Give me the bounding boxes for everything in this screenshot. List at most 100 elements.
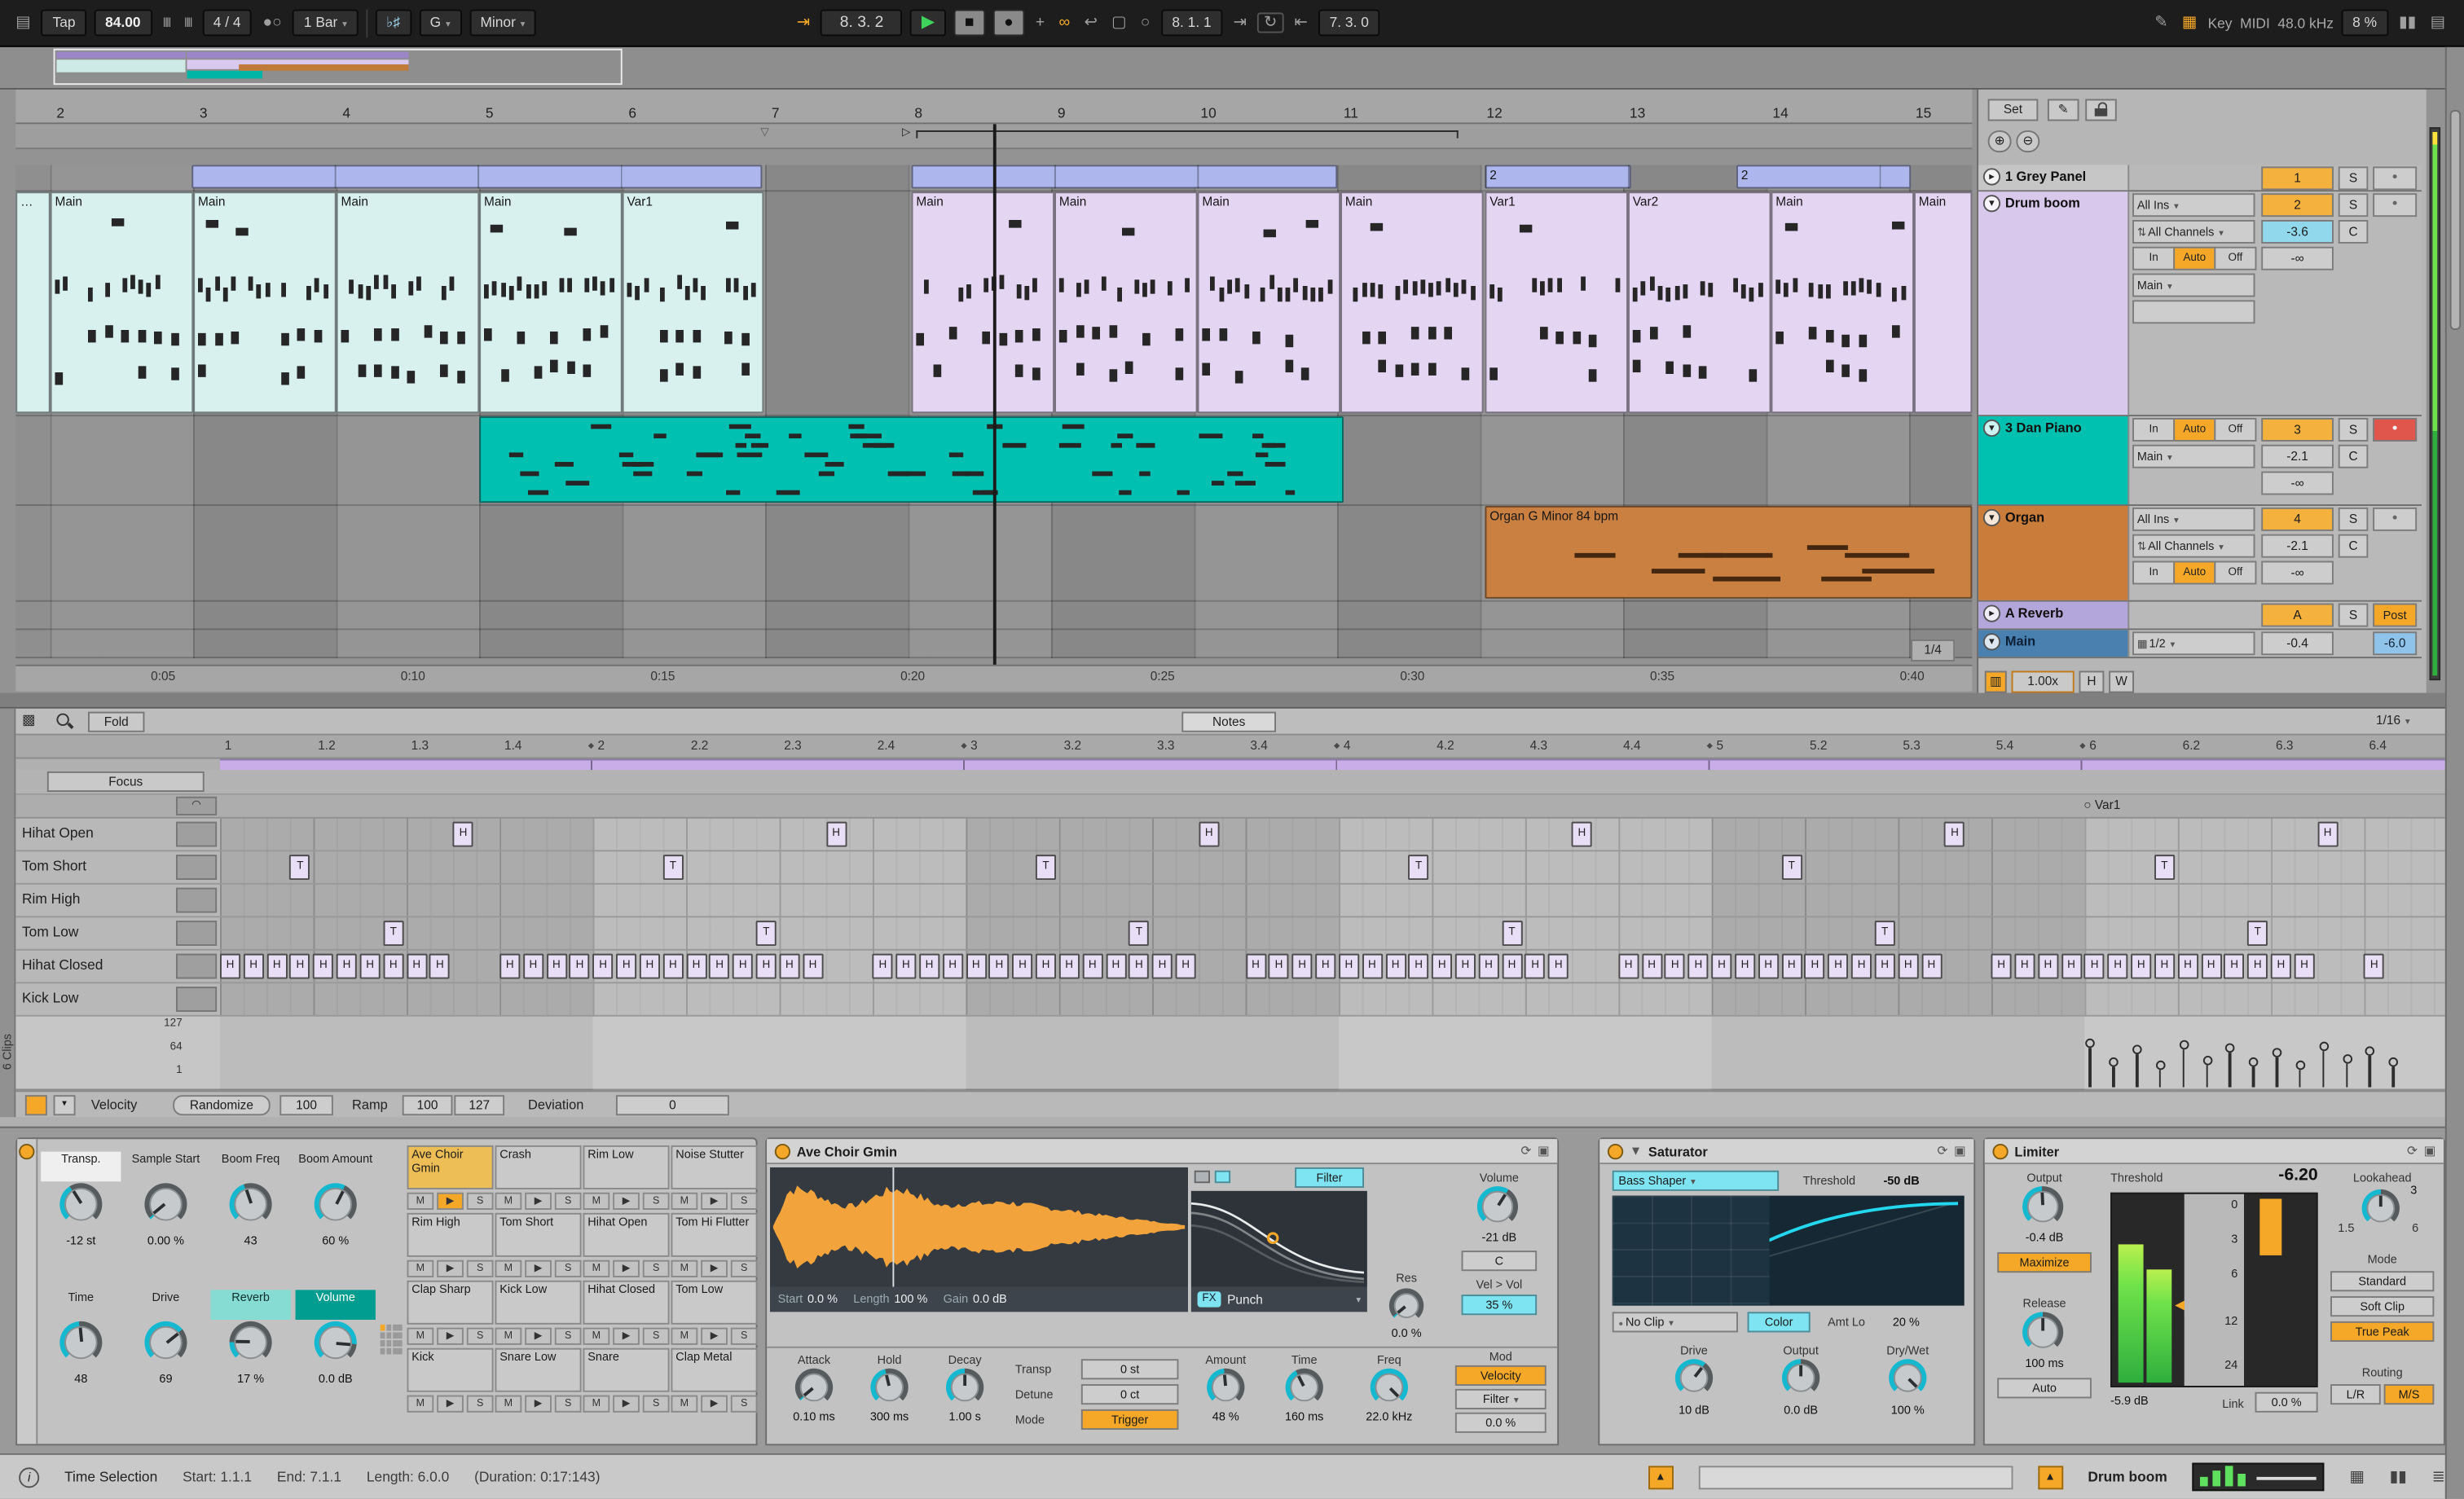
note-cell[interactable]: H (1175, 953, 1196, 979)
output-knob[interactable] (1781, 1359, 1820, 1397)
pad-play-button[interactable]: ▶ (437, 1327, 464, 1345)
pad-mute-button[interactable]: M (671, 1259, 698, 1277)
note-cell[interactable]: H (895, 953, 917, 979)
pad-bank-selector[interactable] (380, 1324, 404, 1387)
drum-pad-name[interactable]: Noise Stutter (671, 1145, 758, 1189)
pan-field[interactable]: C (2338, 444, 2369, 468)
overview-view-rect[interactable] (53, 48, 623, 86)
re-enable-automation-icon[interactable]: ↩ (1081, 14, 1101, 31)
sample-start-field[interactable]: 0.0 % (807, 1291, 838, 1305)
hold-value[interactable]: 300 ms (851, 1409, 927, 1423)
routing-lr-button[interactable]: L/R (2330, 1384, 2381, 1405)
drum-pad[interactable]: Hihat Closed M ▶ S (583, 1280, 670, 1347)
macro-label[interactable]: Drive (125, 1290, 205, 1320)
row-play-button[interactable] (175, 855, 218, 880)
routing-chooser[interactable] (2132, 300, 2255, 324)
note-cell[interactable]: H (1781, 953, 1802, 979)
dry-wet-knob[interactable] (1889, 1359, 1927, 1397)
track-header[interactable]: ▾Drum boomAll Ins⇅All ChannelsInAutoOffM… (1978, 191, 2422, 417)
arrangement-overview[interactable] (0, 46, 2464, 90)
drum-row-name[interactable]: Hihat Closed (22, 956, 103, 972)
mode-button[interactable]: Standard (2330, 1271, 2435, 1292)
pad-mute-button[interactable]: M (495, 1327, 522, 1345)
drum-clip[interactable]: Var2 (1627, 191, 1771, 414)
note-cell[interactable]: H (336, 953, 358, 979)
loop-marker-icon[interactable]: ◆ (961, 741, 966, 751)
pad-mute-button[interactable]: M (671, 1395, 698, 1413)
fx-time-knob[interactable] (1285, 1368, 1323, 1407)
track-name[interactable]: ▾ Main (1978, 630, 2130, 657)
group-clip[interactable] (191, 165, 763, 189)
arm-button[interactable]: ● (2373, 166, 2418, 191)
note-cell[interactable]: H (2224, 953, 2245, 979)
hold-knob[interactable] (870, 1368, 909, 1407)
drum-clip[interactable]: Main (193, 191, 337, 414)
computer-midi-keyboard-icon[interactable]: ▦ (2179, 14, 2200, 31)
monitor-option[interactable]: In (2132, 417, 2176, 442)
threshold-value[interactable]: -50 dB (1870, 1174, 1933, 1188)
note-cell[interactable]: T (1874, 921, 1895, 946)
note-cell[interactable]: H (616, 953, 637, 979)
note-cell[interactable]: H (803, 953, 824, 979)
drum-row[interactable]: Hihat Closed H H H H H H H H H H H H H H H H H H H H H H H H H H H H… (15, 951, 2445, 984)
pad-solo-button[interactable]: S (466, 1327, 494, 1345)
note-cell[interactable]: H (1828, 953, 1849, 979)
pad-play-button[interactable]: ▶ (701, 1192, 728, 1210)
drum-pad-name[interactable]: Clap Metal (671, 1347, 758, 1392)
track-header[interactable]: ▸ A Reverb A S Post (1978, 601, 2422, 631)
loop-marker-icon[interactable]: ◆ (588, 741, 594, 751)
attack-value[interactable]: 0.10 ms (777, 1409, 852, 1423)
selection-box-icon[interactable]: ▢ (1108, 14, 1129, 31)
velocity-marker[interactable] (2155, 1060, 2166, 1070)
peak-value[interactable]: -5.9 dB (2110, 1394, 2180, 1408)
solo-button[interactable]: S (2338, 603, 2369, 627)
sample-length-field[interactable]: 100 % (894, 1291, 927, 1305)
amt-lo-value[interactable]: 20 % (1880, 1315, 1934, 1329)
metronome-icon[interactable]: ●○ (260, 14, 285, 31)
note-cell[interactable]: H (1012, 953, 1033, 979)
routing-chooser[interactable]: ▦ 1/2 (2132, 631, 2255, 656)
pad-play-button[interactable]: ▶ (525, 1327, 552, 1345)
pad-mute-button[interactable]: M (583, 1259, 610, 1277)
pad-solo-button[interactable]: S (642, 1192, 670, 1210)
monitor-option[interactable]: Auto (2173, 417, 2216, 442)
pad-play-button[interactable]: ▶ (525, 1192, 552, 1210)
drum-pad[interactable]: Tom Short M ▶ S (495, 1212, 582, 1279)
pad-bank-cell[interactable] (386, 1340, 391, 1347)
note-cell[interactable]: H (1036, 953, 1057, 979)
note-cell[interactable]: H (383, 953, 404, 979)
vel-vol-field[interactable]: 35 % (1461, 1295, 1538, 1316)
velocity-marker[interactable] (2179, 1040, 2189, 1051)
note-cell[interactable]: H (1618, 953, 1639, 979)
bar-number[interactable]: 10 (1200, 105, 1216, 121)
drum-row[interactable]: Hihat Open H H H H H H (15, 819, 2445, 852)
pad-bank-cell[interactable] (392, 1340, 398, 1347)
focus-button[interactable]: Focus (46, 771, 205, 792)
loop-marker-icon[interactable]: ◆ (1334, 741, 1340, 751)
note-cell[interactable]: H (779, 953, 800, 979)
pad-solo-button[interactable]: S (730, 1395, 758, 1413)
note-cell[interactable]: H (499, 953, 521, 979)
fold-button[interactable]: Fold (87, 710, 145, 732)
macro-label[interactable]: Volume (295, 1290, 376, 1320)
pad-bank-cell[interactable] (392, 1324, 398, 1331)
velocity-marker[interactable] (2295, 1060, 2305, 1070)
drum-clip[interactable]: Main (1771, 191, 1914, 414)
note-cell[interactable]: H (755, 953, 777, 979)
pad-play-button[interactable]: ▶ (525, 1395, 552, 1413)
velocity-marker[interactable] (2342, 1053, 2352, 1064)
note-cell[interactable]: H (2061, 953, 2082, 979)
pad-play-button[interactable]: ▶ (437, 1395, 464, 1413)
bar-number[interactable]: 14 (1772, 105, 1788, 121)
pad-solo-button[interactable]: S (554, 1327, 582, 1345)
note-cell[interactable]: H (1152, 953, 1173, 979)
note-cell[interactable]: H (2037, 953, 2058, 979)
tap-tempo-button[interactable]: Tap (42, 9, 87, 37)
drum-pad-name[interactable]: Tom Hi Flutter (671, 1212, 758, 1257)
macro-knob[interactable] (314, 1183, 357, 1226)
collapse-icon[interactable]: ▾ (1982, 195, 2001, 213)
drum-clip[interactable]: Main (336, 191, 480, 414)
threshold-triangle-icon[interactable]: ◀ (2175, 1298, 2185, 1312)
pad-mute-button[interactable]: M (407, 1395, 434, 1413)
routing-chooser[interactable]: ⇅ All Channels (2132, 219, 2255, 244)
